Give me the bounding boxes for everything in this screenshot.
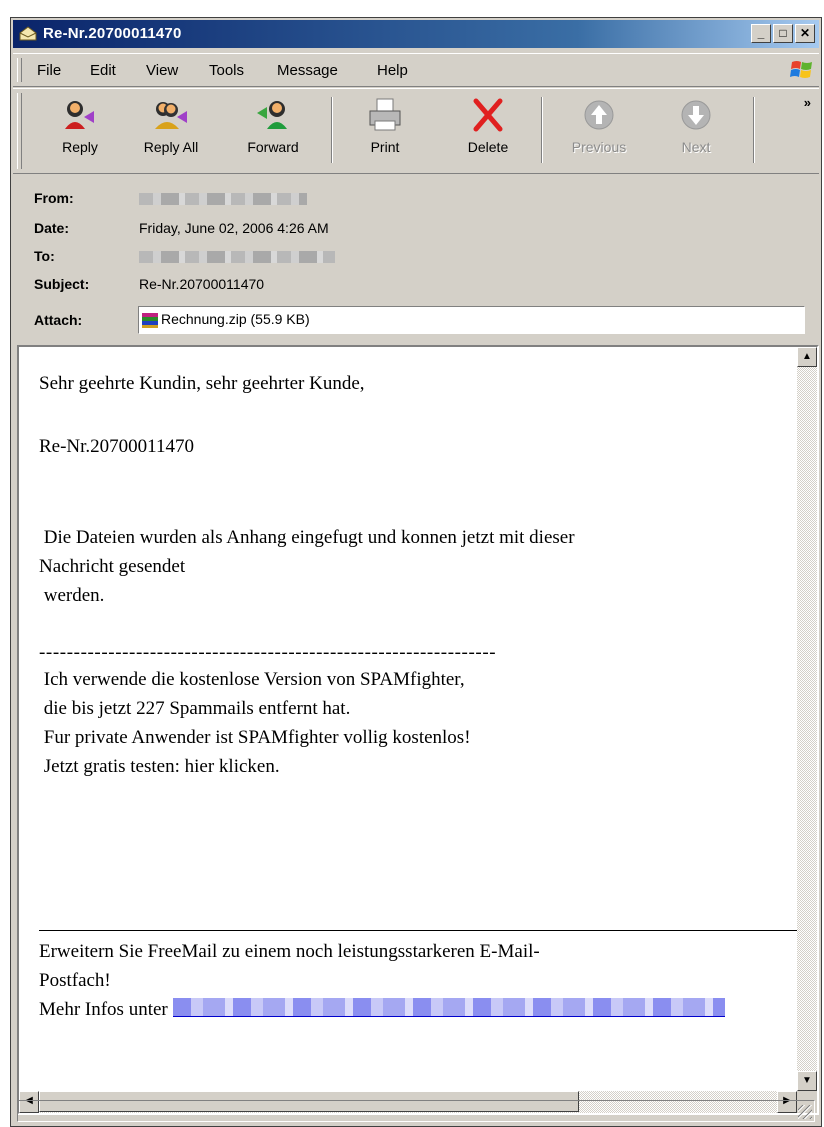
- footer-content: Erweitern Sie FreeMail zu einem noch lei…: [39, 937, 799, 1024]
- menu-view[interactable]: View: [146, 62, 178, 79]
- message-content: Sehr geehrte Kundin, sehr geehrter Kunde…: [39, 367, 799, 781]
- attach-label: Attach:: [34, 312, 83, 328]
- scroll-down-arrow-icon[interactable]: ▼: [797, 1071, 817, 1091]
- menu-tools[interactable]: Tools: [209, 62, 244, 79]
- toolbar-separator: [331, 97, 333, 163]
- print-button[interactable]: Print: [355, 95, 415, 155]
- reply-all-button[interactable]: Reply All: [131, 95, 211, 155]
- delete-button[interactable]: Delete: [453, 95, 523, 155]
- window-title: Re-Nr.20700011470: [43, 25, 182, 42]
- toolbar: Reply Reply All Forward Print Delete Pre…: [13, 88, 819, 174]
- maximize-button[interactable]: □: [773, 24, 793, 43]
- menu-bar: File Edit View Tools Message Help: [13, 53, 819, 87]
- vertical-scrollbar[interactable]: ▲ ▼: [797, 347, 817, 1091]
- body-line: Nachricht gesendet: [39, 556, 186, 577]
- toolbar-separator: [541, 97, 543, 163]
- menu-edit[interactable]: Edit: [90, 62, 116, 79]
- zip-archive-icon: [142, 313, 158, 328]
- subject-value: Re-Nr.20700011470: [139, 276, 265, 292]
- message-window: Re-Nr.20700011470 _ □ ✕ File Edit View T…: [10, 17, 822, 1127]
- menu-help[interactable]: Help: [377, 62, 408, 79]
- to-value-redacted: [139, 251, 335, 263]
- forward-icon: [257, 101, 287, 129]
- minimize-button[interactable]: _: [751, 24, 771, 43]
- attachment-name[interactable]: Rechnung.zip (55.9 KB): [161, 311, 310, 327]
- dash-separator: ----------------------------------------…: [39, 642, 497, 663]
- spam-line: Fur private Anwender ist SPAMfighter vol…: [39, 727, 471, 748]
- message-body: Sehr geehrte Kundin, sehr geehrter Kunde…: [17, 345, 819, 1115]
- scroll-up-arrow-icon[interactable]: ▲: [797, 347, 817, 367]
- menu-file[interactable]: File: [37, 62, 61, 79]
- title-bar[interactable]: Re-Nr.20700011470 _ □ ✕: [13, 20, 819, 48]
- toolbar-overflow-chevron-icon[interactable]: »: [804, 95, 811, 110]
- attachment-field[interactable]: Rechnung.zip (55.9 KB): [138, 306, 805, 334]
- from-value-redacted: [139, 193, 307, 205]
- body-line: Die Dateien wurden als Anhang eingefugt …: [39, 527, 575, 548]
- reference-number: Re-Nr.20700011470: [39, 436, 194, 457]
- spam-line: Jetzt gratis testen: hier klicken.: [39, 756, 280, 777]
- printer-icon: [369, 98, 401, 131]
- date-label: Date:: [34, 220, 70, 236]
- greeting-text: Sehr geehrte Kundin, sehr geehrter Kunde…: [39, 373, 365, 394]
- subject-label: Subject:: [34, 276, 90, 292]
- status-bar: [17, 1100, 815, 1122]
- date-value: Friday, June 02, 2006 4:26 AM: [139, 220, 329, 236]
- from-label: From:: [34, 190, 74, 206]
- menu-message[interactable]: Message: [277, 62, 338, 79]
- body-line: werden.: [39, 585, 105, 606]
- spam-line: die bis jetzt 227 Spammails entfernt hat…: [39, 698, 351, 719]
- reply-all-icon: [155, 102, 187, 129]
- resize-grip-icon[interactable]: [798, 1105, 812, 1119]
- footer-line: Erweitern Sie FreeMail zu einem noch lei…: [39, 941, 540, 962]
- reply-button[interactable]: Reply: [49, 95, 111, 155]
- menubar-grip[interactable]: [17, 58, 22, 82]
- footer-line: Postfach!: [39, 970, 111, 991]
- down-arrow-icon: [681, 100, 711, 130]
- envelope-icon: [19, 26, 37, 41]
- toolbar-separator: [753, 97, 755, 163]
- spam-line: Ich verwende die kostenlose Version von …: [39, 669, 465, 690]
- toolbar-grip[interactable]: [17, 93, 22, 169]
- footer-line: Mehr Infos unter: [39, 999, 173, 1020]
- delete-x-icon: [473, 98, 503, 132]
- previous-button[interactable]: Previous: [559, 95, 639, 155]
- footer-divider: [39, 930, 801, 931]
- close-button[interactable]: ✕: [795, 24, 815, 43]
- more-info-link[interactable]: [172, 998, 725, 1017]
- next-button[interactable]: Next: [661, 95, 731, 155]
- reply-icon: [65, 101, 94, 129]
- to-label: To:: [34, 248, 55, 264]
- windows-logo-icon: [790, 61, 812, 78]
- up-arrow-icon: [584, 100, 614, 130]
- forward-button[interactable]: Forward: [233, 95, 313, 155]
